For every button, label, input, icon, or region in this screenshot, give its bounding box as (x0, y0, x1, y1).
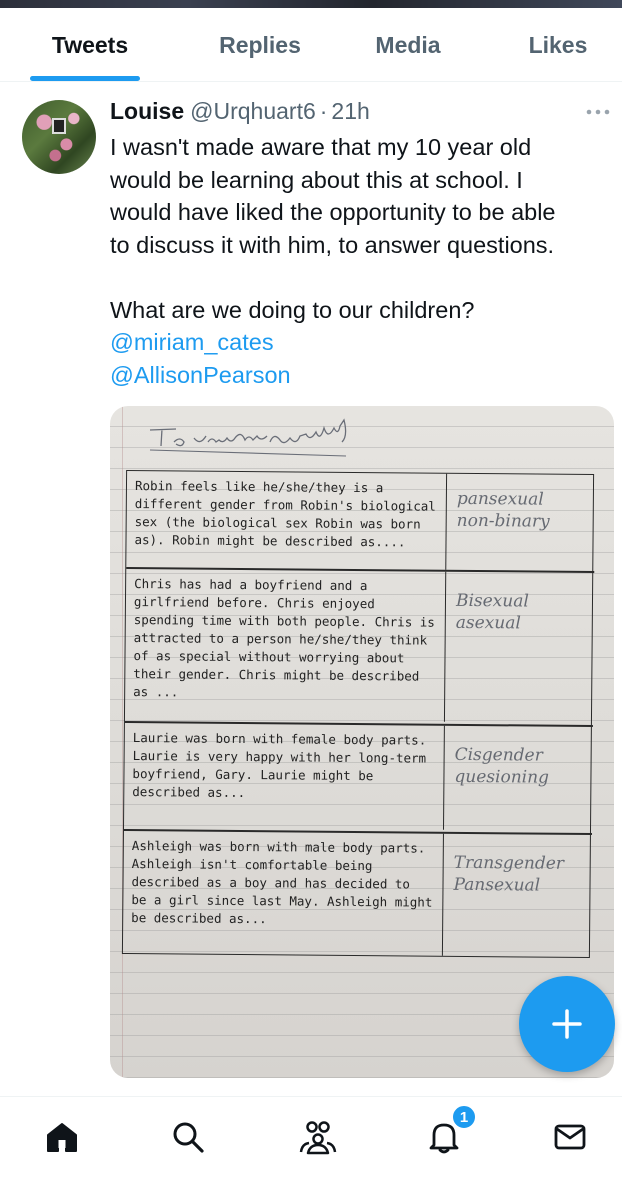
tweet-photo[interactable]: Robin feels like he/she/they is a differ… (110, 406, 614, 1078)
prompt-line: their gender. Chris might be described (133, 666, 420, 684)
tweet-question: What are we doing to our children? (110, 296, 475, 323)
worksheet-prompt: Laurie was born with female body parts. … (124, 722, 445, 830)
handwritten-answer: Bisexual asexual (456, 590, 591, 635)
answer-line: Transgender (453, 852, 565, 874)
tab-replies[interactable]: Replies (190, 8, 330, 82)
handwritten-answer: Cisgender quesioning (454, 744, 589, 789)
prompt-line: as). Robin might be described as.... (134, 532, 406, 550)
mention-link[interactable]: @AllisonPearson (110, 359, 610, 392)
tweet-line: to discuss it with him, to answer questi… (110, 231, 555, 258)
profile-tabs: Tweets Replies Media Likes (0, 8, 622, 82)
answer-line: pansexual (456, 488, 544, 510)
answer-line: Pansexual (453, 874, 541, 896)
compose-button[interactable] (519, 976, 615, 1072)
answer-line: asexual (455, 612, 521, 634)
answer-line: Cisgender (454, 744, 543, 766)
communities-icon (299, 1121, 337, 1155)
tweet-line: I wasn't made aware that my 10 year old (110, 134, 532, 160)
handwritten-answer: pansexual non-binary (457, 488, 592, 533)
mention-link[interactable]: @miriam_cates (110, 326, 610, 359)
nav-communities[interactable] (296, 1115, 340, 1159)
handwritten-answer: Transgender Pansexual (453, 852, 588, 897)
tweet-text: I wasn't made aware that my 10 year old … (110, 131, 610, 391)
tab-media[interactable]: Media (338, 8, 478, 82)
nav-home[interactable] (40, 1115, 84, 1159)
nav-messages[interactable] (548, 1115, 592, 1159)
prompt-line: described as... (132, 784, 246, 801)
worksheet-prompt: Chris has had a boyfriend and a girlfrie… (124, 568, 447, 722)
status-strip (0, 0, 622, 8)
prompt-line: as ... (133, 684, 179, 700)
worksheet-prompt: Robin feels like he/she/they is a differ… (126, 470, 448, 570)
tab-likes[interactable]: Likes (488, 8, 622, 82)
tweet-line: would have liked the opportunity to be a… (110, 199, 556, 225)
prompt-line: be described as... (131, 910, 267, 927)
home-icon (47, 1123, 77, 1152)
author-name[interactable]: Louise (110, 98, 184, 125)
messages-icon (554, 1124, 586, 1150)
notification-badge: 1 (451, 1104, 477, 1130)
active-tab-indicator (30, 76, 140, 81)
handwritten-heading (149, 418, 347, 457)
tweet-header: Louise @Urqhuart6 · 21h (110, 98, 370, 130)
avatar[interactable] (22, 100, 96, 174)
answer-line: non-binary (456, 510, 550, 532)
tweet-line: would be learning about this at school. … (110, 166, 523, 193)
bottom-nav (0, 1096, 622, 1200)
tab-tweets[interactable]: Tweets (20, 8, 160, 82)
worksheet-prompt: Ashleigh was born with male body parts. … (122, 830, 444, 956)
tweet-time[interactable]: 21h (331, 98, 369, 125)
header-separator: · (319, 98, 328, 124)
nav-search[interactable] (166, 1115, 210, 1159)
plus-icon (552, 1009, 582, 1039)
more-horizontal-icon[interactable] (583, 100, 613, 124)
answer-line: Bisexual (455, 590, 529, 612)
answer-line: quesioning (454, 766, 550, 788)
worksheet-table: Robin feels like he/she/they is a differ… (121, 469, 595, 959)
search-icon (173, 1122, 204, 1153)
author-handle[interactable]: @Urqhuart6 (190, 98, 316, 125)
